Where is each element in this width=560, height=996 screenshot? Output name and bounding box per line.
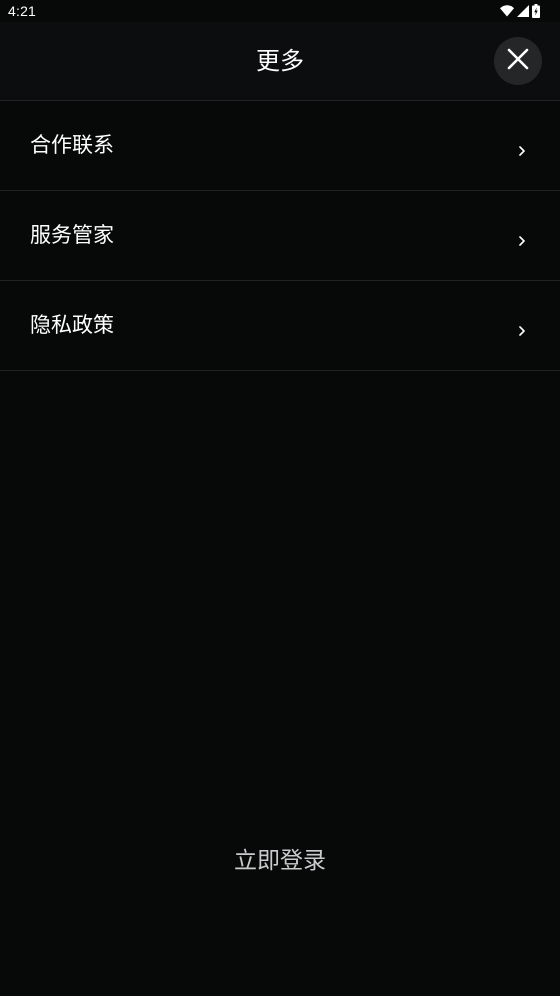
battery-charging-icon bbox=[532, 4, 540, 18]
page-title: 更多 bbox=[256, 47, 304, 75]
menu-item-label: 合作联系 bbox=[30, 133, 114, 157]
status-icons bbox=[500, 4, 540, 18]
menu-item-privacy-policy[interactable]: 隐私政策 bbox=[0, 281, 560, 371]
wifi-icon bbox=[500, 5, 514, 17]
close-button[interactable] bbox=[494, 37, 542, 85]
menu-item-service-butler[interactable]: 服务管家 bbox=[0, 191, 560, 281]
menu-item-label: 服务管家 bbox=[30, 223, 114, 247]
cellular-signal-icon bbox=[517, 5, 529, 17]
more-screen: 4:21 更多 合作联系 服务管家 隐私政策 立即登录 bbox=[0, 0, 560, 996]
menu-item-cooperation[interactable]: 合作联系 bbox=[0, 101, 560, 191]
menu-item-label: 隐私政策 bbox=[30, 313, 114, 337]
close-icon bbox=[507, 48, 529, 74]
menu-list: 合作联系 服务管家 隐私政策 bbox=[0, 101, 560, 371]
header: 更多 bbox=[0, 22, 560, 101]
chevron-right-icon bbox=[518, 231, 526, 246]
status-time: 4:21 bbox=[8, 3, 37, 19]
chevron-right-icon bbox=[518, 321, 526, 336]
chevron-right-icon bbox=[518, 141, 526, 156]
status-bar: 4:21 bbox=[0, 0, 560, 22]
login-button[interactable]: 立即登录 bbox=[180, 838, 380, 884]
